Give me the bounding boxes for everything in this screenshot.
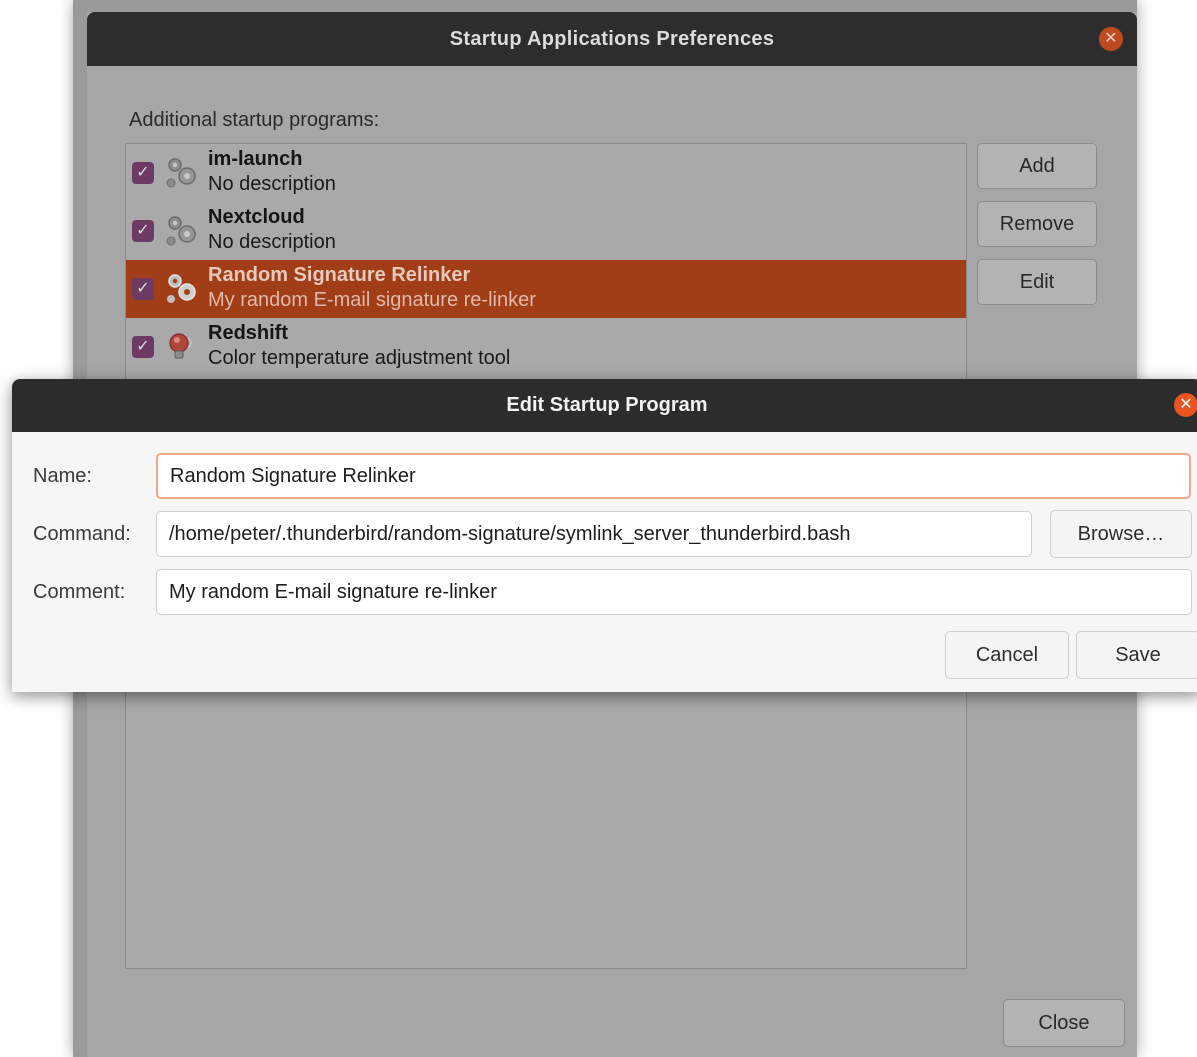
command-input[interactable] — [156, 511, 1032, 557]
name-input[interactable] — [156, 453, 1191, 499]
list-item[interactable]: ✓ Nextcloud No description — [126, 202, 966, 260]
check-icon: ✓ — [136, 338, 150, 355]
window-close-button[interactable]: ✕ — [1099, 27, 1123, 51]
program-name: Random Signature Relinker — [208, 264, 471, 286]
program-description: No description — [208, 231, 336, 253]
name-label: Name: — [33, 465, 92, 487]
comment-label: Comment: — [33, 581, 126, 603]
gears-icon — [166, 216, 196, 246]
checkbox-nextcloud[interactable]: ✓ — [132, 220, 154, 242]
section-label: Additional startup programs: — [129, 109, 380, 131]
program-description: No description — [208, 173, 336, 195]
browse-button[interactable]: Browse… — [1050, 510, 1192, 558]
checkbox-redshift[interactable]: ✓ — [132, 336, 154, 358]
list-item[interactable]: ✓ Redshift Color temperature adjustment … — [126, 318, 966, 376]
lightbulb-icon — [169, 333, 192, 359]
check-icon: ✓ — [136, 280, 150, 297]
program-name: Redshift — [208, 322, 288, 344]
command-label: Command: — [33, 523, 131, 545]
save-button[interactable]: Save — [1076, 631, 1197, 679]
comment-input[interactable] — [156, 569, 1192, 615]
close-button[interactable]: Close — [1003, 999, 1125, 1047]
add-button[interactable]: Add — [977, 143, 1097, 189]
cancel-button[interactable]: Cancel — [945, 631, 1069, 679]
program-description: Color temperature adjustment tool — [208, 347, 511, 369]
list-item-selected[interactable]: ✓ Random Signature Relinker My random E-… — [126, 260, 966, 318]
window-titlebar[interactable]: Startup Applications Preferences ✕ — [87, 12, 1137, 66]
close-icon: ✕ — [1104, 30, 1118, 47]
gears-icon — [167, 274, 196, 303]
edit-startup-program-dialog: Edit Startup Program ✕ Name: Command: Br… — [12, 379, 1197, 692]
edit-button[interactable]: Edit — [977, 259, 1097, 305]
gears-icon — [166, 158, 196, 188]
checkbox-im-launch[interactable]: ✓ — [132, 162, 154, 184]
list-item[interactable]: ✓ im-launch No description — [126, 144, 966, 202]
check-icon: ✓ — [136, 164, 150, 181]
program-name: im-launch — [208, 148, 303, 170]
close-icon: ✕ — [1179, 396, 1193, 413]
check-icon: ✓ — [136, 222, 150, 239]
remove-button[interactable]: Remove — [977, 201, 1097, 247]
dialog-titlebar[interactable]: Edit Startup Program — [12, 379, 1197, 432]
checkbox-random-signature-relinker[interactable]: ✓ — [132, 278, 154, 300]
program-name: Nextcloud — [208, 206, 305, 228]
dialog-close-button[interactable]: ✕ — [1174, 393, 1197, 417]
dialog-title: Edit Startup Program — [506, 394, 708, 416]
program-description: My random E-mail signature re-linker — [208, 289, 536, 311]
window-title: Startup Applications Preferences — [449, 27, 775, 50]
